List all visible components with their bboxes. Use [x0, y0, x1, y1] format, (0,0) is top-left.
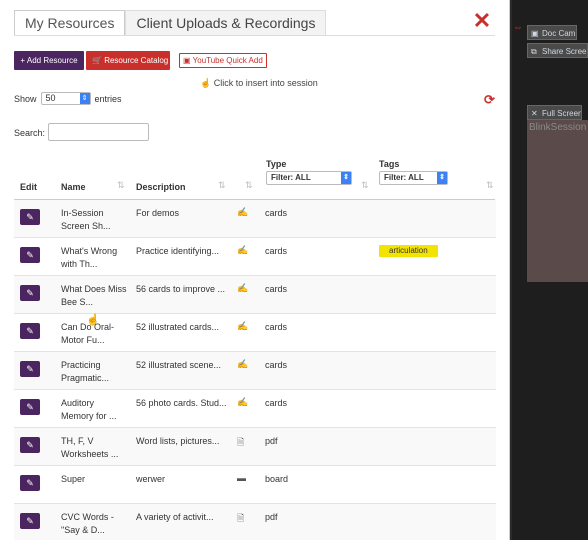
type-filter-select[interactable]: Filter: ALL ⇕	[266, 171, 352, 185]
table-row[interactable]: ✎ Practicing Pragmatic... 52 illustrated…	[14, 352, 496, 390]
table-row[interactable]: ✎ CVC Words - "Say & D... A variety of a…	[14, 504, 496, 540]
tags-filter-select[interactable]: Filter: ALL ⇕	[379, 171, 448, 185]
resource-name[interactable]: TH, F, V Worksheets ...	[61, 435, 127, 461]
edit-icon[interactable]: ✎	[20, 513, 40, 529]
spinner-icon: ⇕	[437, 172, 447, 184]
session-label: BlinkSession	[529, 122, 587, 133]
edit-icon[interactable]: ✎	[20, 399, 40, 415]
pencil-icon: ✍	[237, 207, 249, 217]
share-screen-button[interactable]: ⧉ Share Screen	[527, 43, 588, 58]
resources-modal: My Resources Client Uploads & Recordings…	[0, 0, 510, 540]
youtube-quick-add-button[interactable]: ▣ YouTube Quick Add	[179, 53, 267, 68]
video-panel	[527, 120, 588, 282]
resource-name[interactable]: Auditory Memory for ...	[61, 397, 127, 423]
table-row[interactable]: ✎ What Does Miss Bee S... 56 cards to im…	[14, 276, 496, 314]
pdf-icon: 🗎	[237, 513, 245, 523]
sort-icon[interactable]: ⇅	[117, 180, 125, 191]
header-name[interactable]: Name	[61, 182, 86, 192]
resource-description: 56 cards to improve ...	[136, 284, 226, 294]
resource-name[interactable]: What's Wrong with Th...	[61, 245, 127, 271]
edit-icon[interactable]: ✎	[20, 285, 40, 301]
full-screen-button[interactable]: ✕ Full Screen	[527, 105, 582, 120]
resource-description: For demos	[136, 208, 180, 218]
edit-icon[interactable]: ✎	[20, 323, 40, 339]
table-row[interactable]: ✎ In-Session Screen Sh... For demos ✍ ca…	[14, 200, 496, 238]
board-icon: ▬	[237, 473, 246, 483]
entries-select[interactable]: 50 ⇕	[40, 92, 91, 105]
resource-name[interactable]: In-Session Screen Sh...	[61, 207, 127, 233]
resource-type: pdf	[265, 512, 278, 522]
resource-description: A variety of activit...	[136, 512, 214, 522]
hand-pointer-icon: ☝	[200, 78, 212, 88]
pencil-icon: ✍	[237, 283, 249, 293]
sort-icon[interactable]: ⇅	[245, 180, 253, 191]
search-input[interactable]	[48, 123, 149, 141]
table-row[interactable]: ✎ Super werwer ▬ board	[14, 466, 496, 504]
entries-control: Show 50 ⇕ entries	[14, 92, 122, 105]
add-resource-button[interactable]: + Add Resource	[14, 51, 84, 70]
pencil-icon: ✍	[237, 245, 249, 255]
resource-type: pdf	[265, 436, 278, 446]
header-tags[interactable]: Tags	[379, 159, 399, 169]
pencil-icon: ✍	[237, 397, 249, 407]
entries-label: entries	[94, 93, 122, 104]
close-icon[interactable]: ✕	[472, 10, 492, 32]
edit-icon[interactable]: ✎	[20, 361, 40, 377]
tab-client-uploads[interactable]: Client Uploads & Recordings	[125, 10, 327, 36]
search-label: Search:	[14, 128, 46, 138]
resource-type: cards	[265, 246, 288, 256]
edit-icon[interactable]: ✎	[20, 475, 40, 491]
table-row[interactable]: ✎ Auditory Memory for ... 56 photo cards…	[14, 390, 496, 428]
resource-name[interactable]: Practicing Pragmatic...	[61, 359, 127, 385]
pencil-icon: ✍	[237, 321, 249, 331]
youtube-icon: ▣	[183, 56, 191, 65]
sort-icon[interactable]: ⇅	[486, 180, 494, 191]
spinner-icon: ⇕	[79, 93, 90, 104]
tab-my-resources[interactable]: My Resources	[14, 10, 126, 36]
edit-icon[interactable]: ✎	[20, 209, 40, 225]
tag-badge: articulation	[379, 245, 438, 257]
refresh-icon[interactable]: ⟳	[484, 92, 495, 108]
expand-icon: ✕	[531, 109, 538, 118]
resource-type: cards	[265, 208, 288, 218]
resource-type: board	[265, 474, 289, 484]
tab-bar: My Resources Client Uploads & Recordings	[14, 10, 327, 36]
table-row[interactable]: ✎ What's Wrong with Th... Practice ident…	[14, 238, 496, 276]
sort-icon[interactable]: ⇅	[361, 180, 369, 191]
header-description[interactable]: Description	[136, 182, 186, 192]
resource-type: cards	[265, 284, 288, 294]
pencil-icon: ✍	[237, 359, 249, 369]
camera-icon: ▣	[531, 29, 539, 38]
resource-type: cards	[265, 398, 288, 408]
resource-description: Practice identifying...	[136, 246, 220, 256]
sort-icon[interactable]: ⇅	[218, 180, 226, 191]
table-row[interactable]: ✎ TH, F, V Worksheets ... Word lists, pi…	[14, 428, 496, 466]
resource-type: cards	[265, 360, 288, 370]
header-edit: Edit	[20, 182, 37, 192]
edit-icon[interactable]: ✎	[20, 437, 40, 453]
resource-description: 56 photo cards. Stud...	[136, 398, 227, 408]
spinner-icon: ⇕	[341, 172, 351, 184]
resource-description: Word lists, pictures...	[136, 436, 220, 446]
resource-description: 52 illustrated scene...	[136, 360, 222, 370]
resource-description: 52 illustrated cards...	[136, 322, 220, 332]
mouse-cursor-icon: ☝	[86, 314, 100, 326]
pdf-icon: 🗎	[237, 437, 245, 447]
resource-catalog-button[interactable]: 🛒 Resource Catalog	[86, 51, 170, 70]
resource-name[interactable]: What Does Miss Bee S...	[61, 283, 127, 309]
resource-description: werwer	[136, 474, 166, 484]
cart-icon: 🛒	[92, 56, 102, 65]
show-label: Show	[14, 93, 37, 104]
resource-name[interactable]: Super	[61, 473, 127, 486]
resource-type: cards	[265, 322, 288, 332]
edit-icon[interactable]: ✎	[20, 247, 40, 263]
header-type[interactable]: Type	[266, 159, 286, 169]
share-icon: ⧉	[531, 47, 537, 56]
doc-cam-button[interactable]: ▣ Doc Cam	[527, 25, 577, 40]
insert-hint: ☝ Click to insert into session	[200, 78, 318, 88]
resource-name[interactable]: CVC Words - "Say & D...	[61, 511, 127, 537]
tab-divider	[14, 35, 495, 36]
resize-arrows-icon[interactable]: ⇔	[513, 22, 523, 33]
